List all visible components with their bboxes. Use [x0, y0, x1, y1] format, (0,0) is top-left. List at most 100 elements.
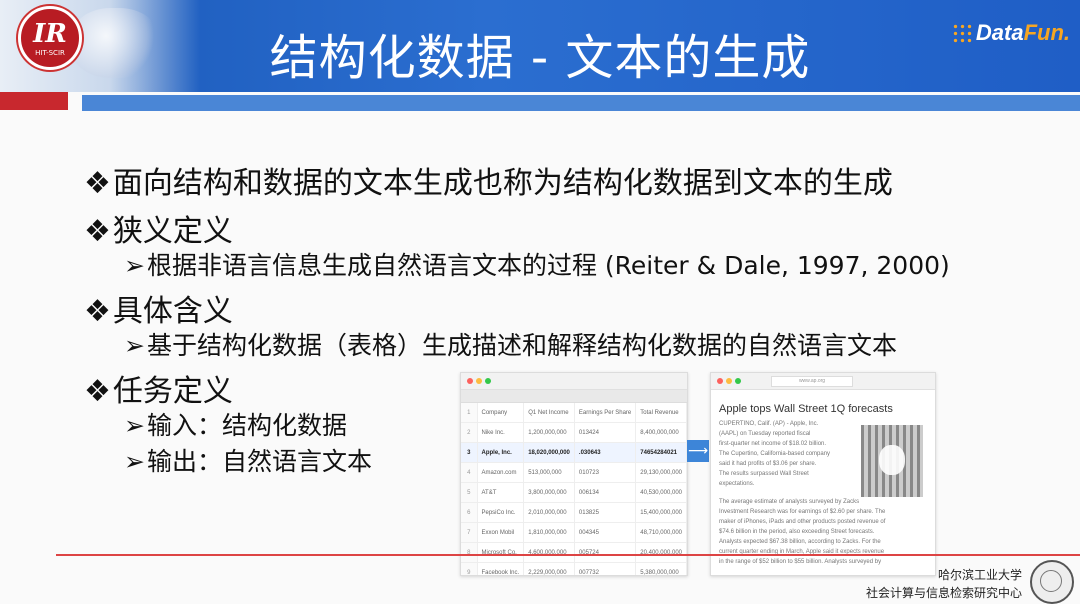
table-cell: 004345: [574, 522, 637, 543]
row-number: 7: [461, 522, 478, 543]
close-dot-icon: [467, 378, 473, 384]
window-titlebar: [461, 373, 687, 390]
table-cell: 1,200,000,000: [523, 422, 575, 443]
table-cell: 18,020,000,000: [523, 442, 575, 463]
table-cell: Microsoft Co.: [477, 542, 525, 563]
data-table: 1 Company Q1 Net Income Earnings Per Share T…: [461, 403, 687, 575]
row-number: 6: [461, 502, 478, 523]
sub-bullet-item: ➢基于结构化数据（表格）生成描述和解释结构化数据的自然语言文本: [124, 326, 897, 362]
table-cell: 006134: [574, 482, 637, 503]
maximize-dot-icon: [485, 378, 491, 384]
table-cell: 3,800,000,000: [523, 482, 575, 503]
minimize-dot-icon: [726, 378, 732, 384]
bullet-item: ❖面向结构和数据的文本生成也称为结构化数据到文本的生成: [84, 158, 893, 202]
diamond-bullet-icon: ❖: [84, 166, 111, 201]
row-number: 1: [461, 403, 478, 423]
arrow-bullet-icon: ➢: [124, 447, 145, 476]
table-cell: 005724: [574, 542, 637, 563]
accent-strip-red: [0, 92, 68, 110]
spreadsheet-window: 1 Company Q1 Net Income Earnings Per Share T…: [460, 372, 688, 576]
row-number: 5: [461, 482, 478, 503]
sheet-toolbar: [461, 390, 687, 403]
slide-title: 结构化数据 - 文本的生成: [269, 30, 811, 86]
row-number: 2: [461, 422, 478, 443]
bullet-text: 输出：自然语言文本: [146, 447, 372, 476]
table-cell: 48,710,000,000: [635, 522, 687, 543]
url-bar: www.ap.org: [771, 376, 853, 387]
table-cell: 20,400,000,000: [635, 542, 687, 563]
sub-bullet-item: ➢输入：结构化数据: [124, 406, 347, 442]
table-cell: Total Revenue: [635, 403, 687, 423]
sub-bullet-item: ➢根据非语言信息生成自然语言文本的过程 (Reiter & Dale, 1997…: [124, 246, 950, 282]
table-cell: Q1 Net Income: [523, 403, 575, 423]
table-cell: 2,010,000,000: [523, 502, 575, 523]
arrow-bullet-icon: ➢: [124, 251, 145, 280]
close-dot-icon: [717, 378, 723, 384]
footer-line: 社会计算与信息检索研究中心: [865, 586, 1022, 600]
sub-bullet-item: ➢输出：自然语言文本: [124, 442, 372, 478]
brand-fun: Fun.: [1023, 20, 1070, 45]
table-row: 9 Facebook Inc. 2,229,000,000 007732 5,380,0…: [461, 562, 687, 575]
bullet-item: ❖任务定义: [84, 366, 233, 410]
table-cell: 5,380,000,000: [635, 562, 687, 575]
diamond-bullet-icon: ❖: [84, 294, 111, 329]
table-cell: .030643: [574, 442, 637, 463]
article-window: www.ap.org Apple tops Wall Street 1Q for…: [710, 372, 936, 576]
row-number: 3: [461, 442, 478, 463]
article-title: Apple tops Wall Street 1Q forecasts: [719, 403, 893, 415]
diamond-bullet-icon: ❖: [84, 214, 111, 249]
bullet-text: 根据非语言信息生成自然语言文本的过程 (Reiter & Dale, 1997,…: [146, 251, 950, 280]
datafun-dots-icon: [951, 23, 974, 43]
table-cell: 013424: [574, 422, 637, 443]
bullet-item: ❖狭义定义: [84, 206, 233, 250]
table-cell: Facebook Inc.: [477, 562, 525, 575]
table-cell: 4,600,000,000: [523, 542, 575, 563]
bullet-text: 狭义定义: [112, 214, 233, 249]
table-cell: 29,130,000,000: [635, 462, 687, 483]
table-cell: 15,400,000,000: [635, 502, 687, 523]
row-number: 4: [461, 462, 478, 483]
table-cell: Earnings Per Share: [574, 403, 637, 423]
table-cell: 8,400,000,000: [635, 422, 687, 443]
table-cell: 74654284021: [635, 442, 687, 463]
article-paragraph: CUPERTINO, Calif. (AP) - Apple, Inc. (AA…: [719, 421, 831, 487]
window-titlebar: www.ap.org: [711, 373, 935, 390]
bullet-text: 基于结构化数据（表格）生成描述和解释结构化数据的自然语言文本: [146, 331, 897, 360]
table-row: 6 PepsiCo Inc. 2,010,000,000 013825 15,400,0…: [461, 502, 687, 523]
bullet-text: 面向结构和数据的文本生成也称为结构化数据到文本的生成: [112, 166, 893, 201]
table-cell: 2,229,000,000: [523, 562, 575, 575]
apple-building-image: [861, 425, 923, 497]
brand-data: Data: [975, 20, 1024, 45]
footer-line: 哈尔滨工业大学: [937, 568, 1022, 582]
datafun-logo: DataFun.: [951, 20, 1070, 46]
footer-institution: 哈尔滨工业大学 社会计算与信息检索研究中心: [866, 566, 1022, 602]
table-cell: 40,530,000,000: [635, 482, 687, 503]
table-row: 3 Apple, Inc. 18,020,000,000.030643 7465428…: [461, 442, 687, 463]
table-row: 7 Exxon Mobil 1,810,000,000 004345 48,710,00…: [461, 522, 687, 543]
table-row: 1 Company Q1 Net Income Earnings Per Share T…: [461, 403, 687, 423]
arrow-bullet-icon: ➢: [124, 331, 145, 360]
row-number: 9: [461, 562, 478, 575]
table-row: 5 AT&T 3,800,000,000 006134 40,530,000,000: [461, 482, 687, 503]
table-cell: 513,000,000: [523, 462, 575, 483]
table-cell: Apple, Inc.: [477, 442, 525, 463]
table-cell: AT&T: [477, 482, 525, 503]
row-number: 8: [461, 542, 478, 563]
table-cell: 013825: [574, 502, 637, 523]
arrow-bullet-icon: ➢: [124, 411, 145, 440]
table-cell: Nike Inc.: [477, 422, 525, 443]
table-cell: Amazon.com: [477, 462, 525, 483]
bullet-item: ❖具体含义: [84, 286, 233, 330]
table-cell: Company: [477, 403, 525, 423]
right-arrow-icon: ⟶: [687, 440, 709, 462]
university-seal-icon: [1030, 560, 1074, 604]
diamond-bullet-icon: ❖: [84, 374, 111, 409]
table-cell: PepsiCo Inc.: [477, 502, 525, 523]
table-cell: 010723: [574, 462, 637, 483]
table-row: 8 Microsoft Co. 4,600,000,000 005724 20,400,…: [461, 542, 687, 563]
article-paragraph: The average estimate of analysts surveye…: [719, 499, 886, 565]
table-cell: 1,810,000,000: [523, 522, 575, 543]
bullet-text: 输入：结构化数据: [146, 411, 347, 440]
table-row: 2 Nike Inc. 1,200,000,000 013424 8,400,000,0…: [461, 422, 687, 443]
minimize-dot-icon: [476, 378, 482, 384]
